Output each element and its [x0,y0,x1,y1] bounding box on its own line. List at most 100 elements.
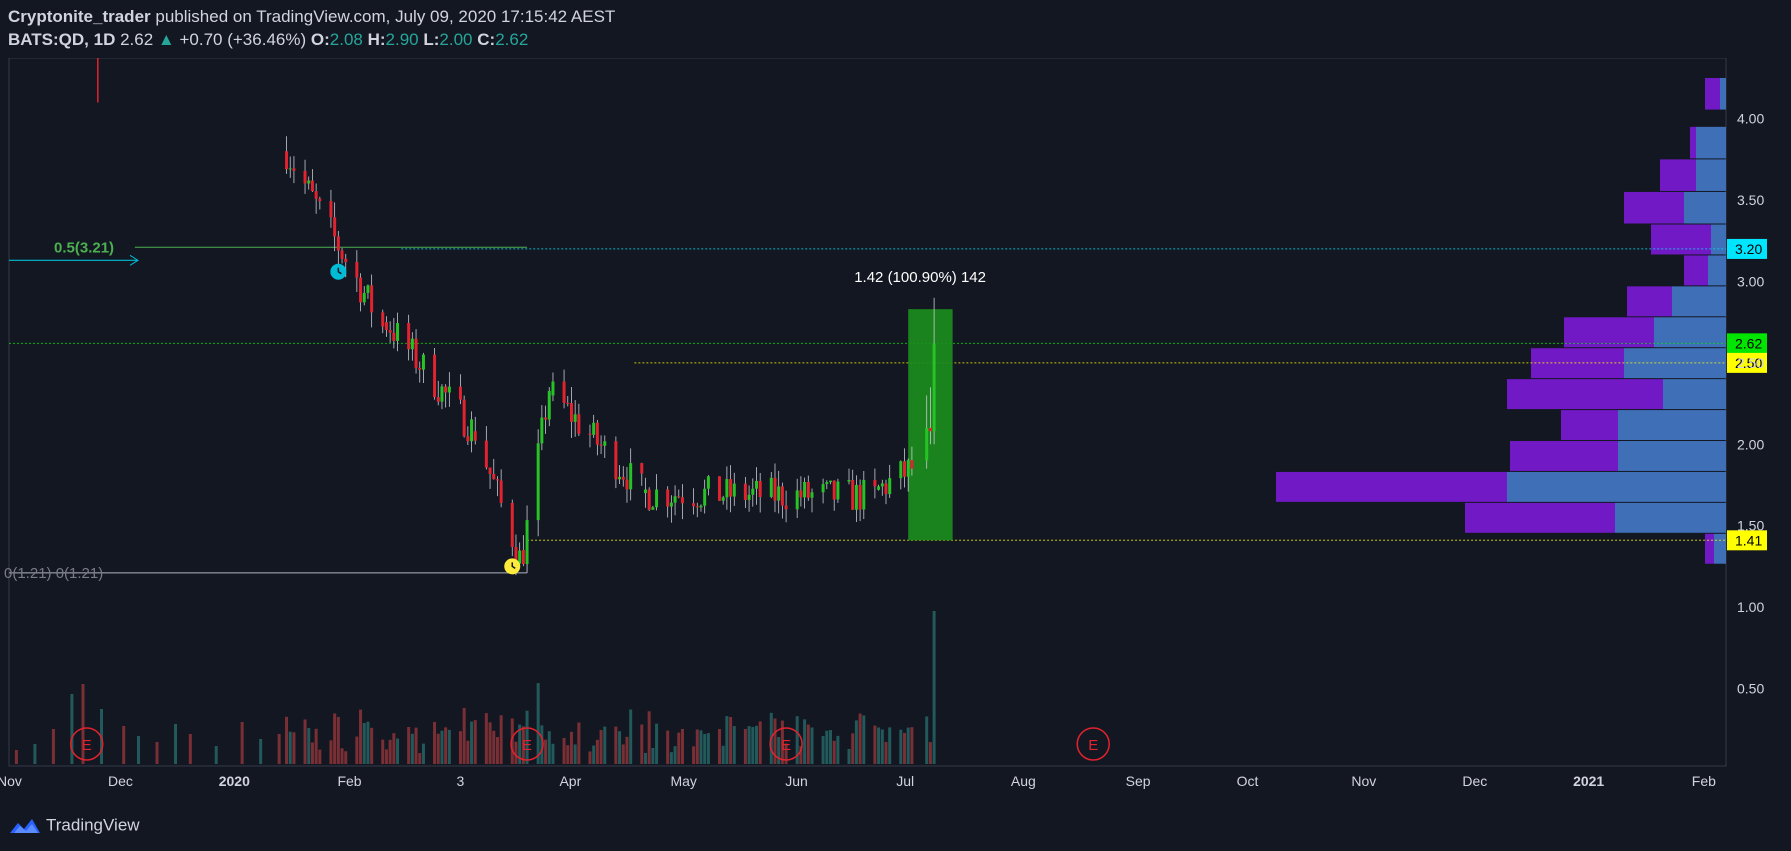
candle-body [544,417,548,420]
price-change: +0.70 (+36.46%) [179,30,307,49]
candle-body [314,191,318,199]
y-tick-label: 3.00 [1737,273,1764,289]
volume-bar [499,715,503,764]
volume-bar [174,724,178,764]
volume-bar [777,737,781,764]
candle-body [458,386,462,400]
volume-bar [877,727,881,764]
candle-body [618,476,622,480]
volume-profile-down-bar [1660,159,1696,191]
volume-bar [292,732,296,764]
earnings-marker-label: E [82,737,92,754]
candle-body [418,367,422,370]
volume-profile-down-bar [1624,191,1684,224]
candle-body [680,497,684,504]
volume-bar [259,739,263,764]
volume-bar [188,734,192,764]
volume-bar [240,722,244,764]
volume-bar [806,724,810,764]
candle-body [292,168,296,171]
candle-body [603,441,607,446]
up-arrow-icon: ▲ [157,30,175,49]
candle-body [310,180,314,192]
volume-bar [122,726,126,764]
symbol-label[interactable]: BATS:QD, 1D [8,30,115,49]
volume-bar [433,721,437,764]
volume-bar [647,711,651,764]
volume-bar [629,709,633,764]
candle-body [410,338,414,350]
brand-name: TradingView [46,815,140,835]
candle-body [825,482,829,485]
volume-profile-up-bar [1615,502,1726,533]
volume-bar [466,740,470,764]
candle-body [732,483,736,497]
author-name[interactable]: Cryptonite_trader [8,7,151,26]
candle-body [595,422,599,445]
candle-body [484,440,488,468]
candle-body [629,463,633,490]
candle-body [747,494,751,500]
candle-body [899,461,903,479]
candle-body [333,217,337,237]
publish-line: Cryptonite_trader published on TradingVi… [8,7,615,27]
volume-bar [854,720,858,764]
volume-bar [640,724,644,764]
plot-frame [8,58,1727,767]
x-tick-label: Sep [1126,773,1151,789]
volume-bar [706,733,710,764]
volume-profile-down-bar [1531,348,1624,379]
volume-bar [495,737,499,764]
high-value: 2.90 [385,30,419,49]
volume-bar [329,740,333,764]
volume-bar [288,731,292,764]
candle-body [421,354,425,370]
x-tick-label: 2020 [219,773,250,789]
volume-bar [810,727,814,764]
volume-bar [536,683,540,764]
candle-body [758,480,762,497]
volume-bar [440,730,444,764]
x-tick-label: Aug [1011,773,1036,789]
candle-body [384,322,388,330]
price-range-label: 1.42 (100.90%) 142 [854,269,986,286]
volume-bar [355,736,359,764]
volume-bar [544,739,548,764]
volume-bar [673,746,677,764]
volume-bar [388,739,392,764]
volume-bar [725,716,729,764]
candle-body [551,381,555,396]
close-value: 2.62 [495,30,529,49]
price-chart[interactable]: E E E E 3.20 2.62 2.50 1.41 0.5(3.21) 0(1.21) 0(1… [0,58,1791,808]
candle-body [673,496,677,503]
volume-bar [51,729,55,764]
volume-bar [899,729,903,764]
volume-profile-down-bar [1465,502,1615,533]
volume-bar [137,736,141,764]
volume-bar [410,733,414,764]
candle-body [706,476,710,489]
volume-bar [721,745,725,764]
footer-brand[interactable]: TradingView [8,815,140,837]
volume-bar [318,749,322,764]
volume-profile-down-bar [1276,471,1507,502]
volume-profile-down-bar [1651,224,1711,255]
y-tick-label: 2.50 [1737,355,1764,371]
volume-bar [651,747,655,764]
volume-profile-up-bar [1618,441,1726,471]
candle-body [928,427,932,432]
candle-body [851,479,855,510]
volume-profile-up-bar [1684,191,1726,224]
volume-profile-up-bar [1507,471,1726,502]
candle-body [725,479,729,498]
candle-body [470,419,474,442]
candle-body [699,505,703,508]
fib-top-label: 0.5(3.21) [54,239,114,256]
candle-body [547,390,551,420]
candle-body [329,201,333,218]
candle-body [407,322,411,350]
candle-body [359,277,363,303]
volume-profile-down-bar [1561,410,1618,441]
candle-body [647,489,651,510]
candle-body [751,488,755,495]
